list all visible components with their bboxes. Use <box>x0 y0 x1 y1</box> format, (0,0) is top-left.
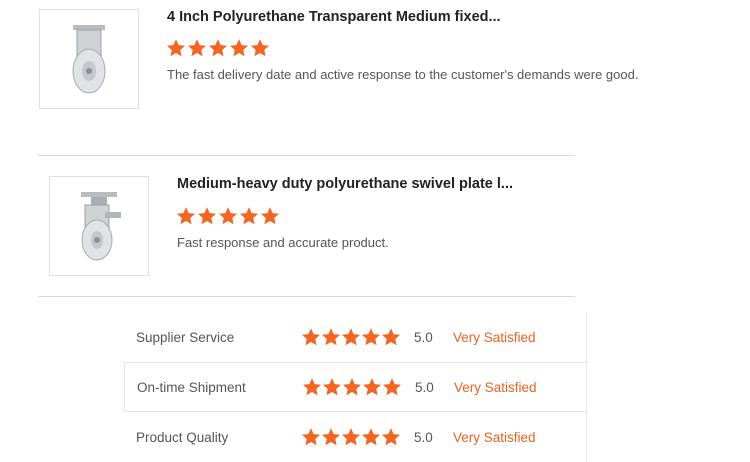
star-icon <box>240 207 258 225</box>
star-icon <box>219 207 237 225</box>
star-icon <box>322 428 340 446</box>
divider <box>38 155 575 156</box>
star-icon <box>261 207 279 225</box>
rating-stars <box>301 327 401 347</box>
review-comment: Fast response and accurate product. <box>177 235 389 250</box>
review-product-title[interactable]: 4 Inch Polyurethane Transparent Medium f… <box>167 9 501 25</box>
rating-label: Product Quality <box>136 429 229 445</box>
rating-row-on-time-shipment: On-time Shipment 5.0 Very Satisfied <box>124 362 587 412</box>
rating-text: Very Satisfied <box>454 379 537 395</box>
star-icon <box>363 378 381 396</box>
star-icon <box>230 39 248 57</box>
rating-label: On-time Shipment <box>137 379 246 395</box>
fixed-caster-image <box>72 25 106 94</box>
star-icon <box>322 328 340 346</box>
star-icon <box>302 328 320 346</box>
star-icon <box>323 378 341 396</box>
rating-score: 5.0 <box>414 429 433 445</box>
review-comment: The fast delivery date and active respon… <box>167 67 639 82</box>
star-icon <box>198 207 216 225</box>
review-product-title[interactable]: Medium-heavy duty polyurethane swivel pl… <box>177 176 513 192</box>
star-icon <box>167 39 185 57</box>
rating-text: Very Satisfied <box>453 329 536 345</box>
star-icon <box>302 428 320 446</box>
rating-row-product-quality: Product Quality 5.0 Very Satisfied <box>124 412 587 462</box>
rating-label: Supplier Service <box>136 329 235 345</box>
star-icon <box>188 39 206 57</box>
rating-score: 5.0 <box>415 379 434 395</box>
star-icon <box>342 428 360 446</box>
product-thumbnail[interactable] <box>39 9 139 109</box>
star-icon <box>382 328 400 346</box>
swivel-caster-image <box>81 192 121 261</box>
rating-stars <box>302 377 402 397</box>
star-icon <box>303 378 321 396</box>
review-rating-stars <box>176 206 280 226</box>
rating-stars <box>301 427 401 447</box>
review-rating-stars <box>166 38 270 58</box>
rating-text: Very Satisfied <box>453 429 536 445</box>
star-icon <box>342 328 360 346</box>
divider <box>38 296 575 297</box>
product-thumbnail[interactable] <box>49 176 149 276</box>
star-icon <box>209 39 227 57</box>
rating-row-supplier-service: Supplier Service 5.0 Very Satisfied <box>124 312 587 362</box>
star-icon <box>383 378 401 396</box>
star-icon <box>177 207 195 225</box>
star-icon <box>251 39 269 57</box>
star-icon <box>362 328 380 346</box>
rating-score: 5.0 <box>414 329 433 345</box>
star-icon <box>382 428 400 446</box>
star-icon <box>362 428 380 446</box>
star-icon <box>343 378 361 396</box>
